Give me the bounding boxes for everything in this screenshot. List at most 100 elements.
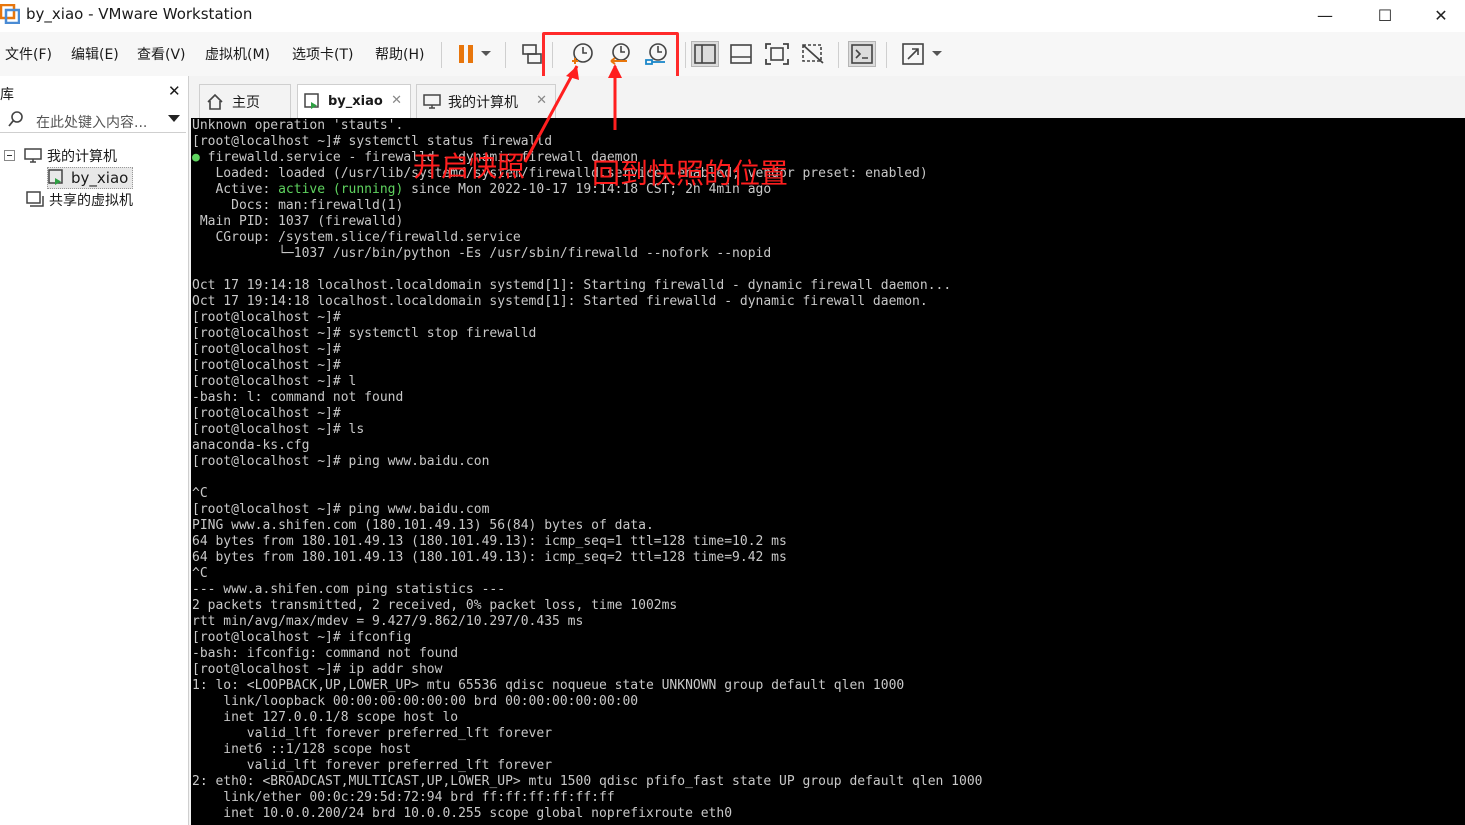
unity-button[interactable]	[799, 41, 827, 67]
menu-vm[interactable]: 虚拟机(M)	[205, 44, 270, 64]
tab-close-button[interactable]: ✕	[536, 93, 547, 108]
computer-icon	[24, 148, 42, 163]
menu-view[interactable]: 查看(V)	[137, 44, 186, 64]
snapshot-highlight-box	[542, 32, 679, 82]
stretch-button[interactable]	[899, 41, 927, 67]
thumbnail-bar-button[interactable]	[727, 41, 755, 67]
terminal-line: [root@localhost ~]#	[192, 406, 341, 421]
tab-home[interactable]: 主页	[199, 84, 291, 118]
tab-my-computer[interactable]: 我的计算机 ✕	[416, 84, 556, 118]
terminal-line: 2 packets transmitted, 2 received, 0% pa…	[192, 598, 678, 613]
menu-help[interactable]: 帮助(H)	[375, 44, 424, 64]
toolbar-divider	[685, 42, 686, 68]
terminal-line: 64 bytes from 180.101.49.13 (180.101.49.…	[192, 534, 787, 549]
vmware-logo-icon	[0, 4, 20, 24]
shared-vm-icon	[26, 191, 44, 207]
terminal-line: rtt min/avg/max/mdev = 9.427/9.862/10.29…	[192, 614, 584, 629]
terminal-line: ^C	[192, 566, 208, 581]
terminal-line: [root@localhost ~]# l	[192, 374, 357, 389]
terminal-line: [root@localhost ~]# ls	[192, 422, 365, 437]
tab-bar: 主页 by_xiao ✕ 我的计算机 ✕	[191, 76, 1465, 118]
menu-edit[interactable]: 编辑(E)	[71, 44, 119, 64]
power-dropdown-button[interactable]	[477, 41, 495, 67]
menu-tabs[interactable]: 选项卡(T)	[292, 44, 353, 64]
active-status: active (running)	[278, 182, 404, 197]
fullscreen-button[interactable]	[763, 41, 791, 67]
vm-console[interactable]: Unknown operation 'stauts'. [root@localho…	[191, 118, 1465, 825]
send-ctrl-alt-del-icon	[522, 44, 542, 64]
terminal-line: 1: lo: <LOOPBACK,UP,LOWER_UP> mtu 65536 …	[192, 678, 905, 693]
title-bar: by_xiao - VMware Workstation — ☐ ✕	[0, 0, 1465, 32]
terminal-line: ● firewalld.service - firewalld - dynami…	[192, 150, 639, 165]
terminal-line: valid_lft forever preferred_lft forever	[192, 758, 553, 773]
library-search-input[interactable]: 在此处键入内容...	[0, 106, 186, 133]
computer-icon	[423, 93, 441, 109]
search-placeholder: 在此处键入内容...	[36, 115, 148, 131]
status-dot-icon: ●	[192, 150, 200, 165]
annotation-revert-snapshot: 回到快照的位置	[592, 157, 789, 190]
terminal-line: valid_lft forever preferred_lft forever	[192, 726, 553, 741]
terminal-line: CGroup: /system.slice/firewalld.service	[192, 230, 521, 245]
tree-item-my-computer[interactable]: 我的计算机	[4, 146, 117, 166]
terminal-line: PING www.a.shifen.com (180.101.49.13) 56…	[192, 518, 654, 533]
console-view-button[interactable]	[848, 41, 876, 67]
vm-running-icon	[48, 169, 63, 185]
library-panel: 库 ✕ 在此处键入内容... 我的计算机 by_xiao 共享的虚拟机	[0, 76, 189, 825]
tab-label: by_xiao	[328, 94, 383, 109]
terminal-line: inet 10.0.0.200/24 brd 10.0.0.255 scope …	[192, 806, 733, 821]
tree-label-shared-vms: 共享的虚拟机	[49, 193, 133, 209]
collapse-icon[interactable]	[4, 150, 16, 162]
chevron-down-icon	[481, 51, 491, 56]
stretch-icon	[902, 43, 924, 65]
toolbar-divider	[505, 42, 506, 68]
terminal-line: [root@localhost ~]#	[192, 342, 341, 357]
terminal-line: ^C	[192, 486, 208, 501]
toolbar-divider	[886, 42, 887, 68]
terminal-output: Unknown operation 'stauts'. [root@localho…	[191, 118, 1465, 822]
terminal-line: Oct 17 19:14:18 localhost.localdomain sy…	[192, 278, 952, 293]
tab-by-xiao[interactable]: by_xiao ✕	[297, 84, 411, 118]
chevron-down-icon	[932, 51, 942, 56]
terminal-line: [root@localhost ~]# systemctl stop firew…	[192, 326, 537, 341]
terminal-line: 64 bytes from 180.101.49.13 (180.101.49.…	[192, 550, 787, 565]
terminal-line: Docs: man:firewalld(1)	[192, 198, 404, 213]
tree-item-shared-vms[interactable]: 共享的虚拟机	[26, 190, 133, 210]
terminal-line: anaconda-ks.cfg	[192, 438, 310, 453]
tree-label-by-xiao: by_xiao	[71, 169, 129, 187]
terminal-line: link/ether 00:0c:29:5d:72:94 brd ff:ff:f…	[192, 790, 615, 805]
pause-button[interactable]	[452, 41, 480, 67]
close-button[interactable]: ✕	[1413, 0, 1465, 30]
terminal-line: [root@localhost ~]# ifconfig	[192, 630, 412, 645]
terminal-line: [root@localhost ~]#	[192, 358, 341, 373]
maximize-button[interactable]: ☐	[1357, 0, 1413, 30]
terminal-line: Active: active (running) since Mon 2022-…	[192, 182, 772, 197]
terminal-line: inet6 ::1/128 scope host	[192, 742, 412, 757]
tree-label-my-computer: 我的计算机	[47, 149, 117, 165]
terminal-line: [root@localhost ~]# ip addr show	[192, 662, 443, 677]
terminal-line: [root@localhost ~]#	[192, 310, 341, 325]
terminal-line: 2: eth0: <BROADCAST,MULTICAST,UP,LOWER_U…	[192, 774, 983, 789]
terminal-line: Loaded: loaded (/usr/lib/systemd/system/…	[192, 166, 928, 181]
tree-item-by-xiao[interactable]: by_xiao	[47, 167, 134, 189]
terminal-line: Unknown operation 'stauts'.	[192, 118, 404, 133]
terminal-line: └─1037 /usr/bin/python -Es /usr/sbin/fir…	[192, 246, 772, 261]
library-view-button[interactable]	[691, 41, 719, 67]
terminal-line: --- www.a.shifen.com ping statistics ---	[192, 582, 506, 597]
window-title: by_xiao - VMware Workstation	[26, 5, 253, 23]
search-dropdown-icon[interactable]	[168, 115, 180, 123]
terminal-line: Oct 17 19:14:18 localhost.localdomain sy…	[192, 294, 928, 309]
annotation-take-snapshot: 开启快照	[413, 150, 526, 183]
terminal-line: [root@localhost ~]# ping www.baidu.con	[192, 454, 490, 469]
terminal-line: Main PID: 1037 (firewalld)	[192, 214, 404, 229]
minimize-button[interactable]: —	[1297, 0, 1353, 30]
stretch-dropdown-button[interactable]	[928, 41, 946, 67]
library-close-button[interactable]: ✕	[168, 82, 181, 100]
terminal-line: -bash: ifconfig: command not found	[192, 646, 459, 661]
menu-file[interactable]: 文件(F)	[5, 44, 52, 64]
pause-icon	[459, 45, 473, 63]
tab-close-button[interactable]: ✕	[391, 93, 402, 108]
vm-running-icon	[304, 92, 319, 109]
fullscreen-icon	[765, 43, 789, 65]
library-title: 库	[0, 87, 14, 103]
